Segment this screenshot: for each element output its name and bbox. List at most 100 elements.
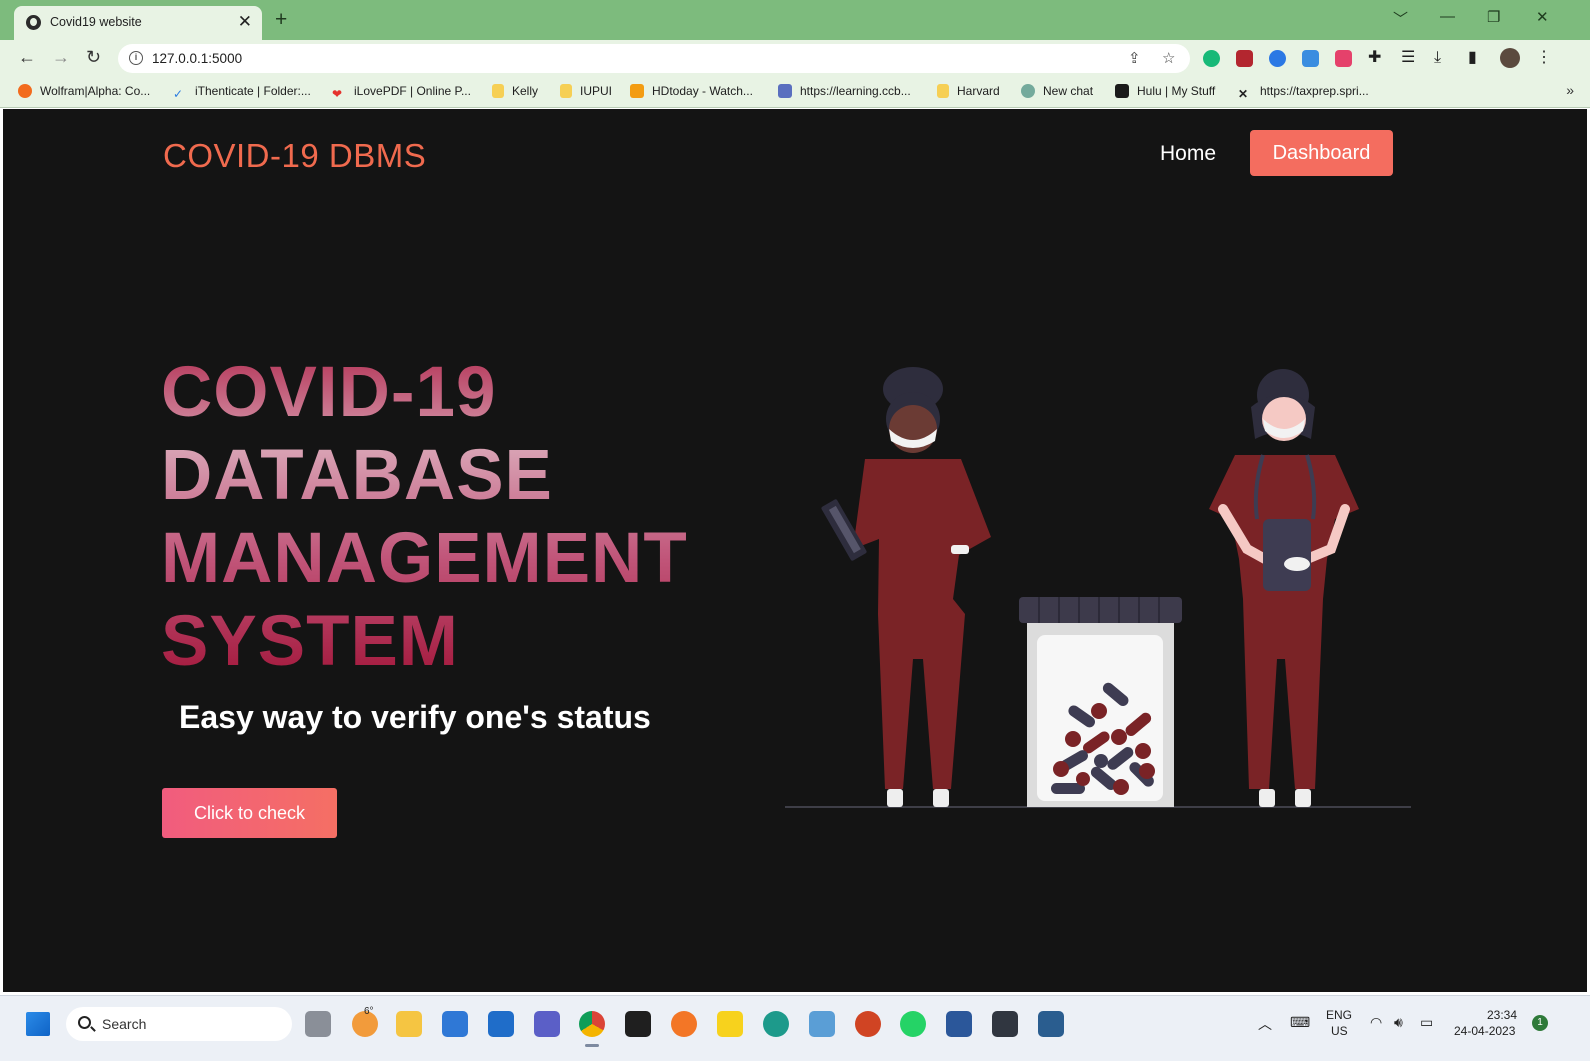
browser-tab[interactable]: Covid19 website ✕ [14, 6, 262, 40]
bookmark-item[interactable]: ✓ iThenticate | Folder:... [173, 84, 311, 101]
teams-icon[interactable] [534, 1011, 560, 1037]
back-button[interactable]: ← [18, 47, 36, 67]
minimize-button[interactable]: — [1440, 8, 1455, 25]
address-bar[interactable]: i 127.0.0.1:5000 ⇪ ☆ [118, 44, 1190, 73]
word-icon[interactable] [946, 1011, 972, 1037]
hulu-icon [1115, 84, 1129, 98]
language-indicator-bottom[interactable]: US [1331, 1024, 1348, 1038]
chrome-icon[interactable] [579, 1011, 605, 1037]
bookmark-item[interactable]: Kelly [492, 84, 538, 100]
bookmarks-bar: Wolfram|Alpha: Co... ✓ iThenticate | Fold… [0, 76, 1590, 108]
bookmark-label: https://learning.ccb... [800, 84, 911, 98]
grammarly-extension-icon[interactable] [1203, 50, 1220, 67]
bookmark-item[interactable]: Hulu | My Stuff [1115, 84, 1215, 100]
bookmark-item[interactable]: Harvard [937, 84, 1000, 100]
globe-icon [26, 15, 41, 30]
tab-search-icon[interactable]: ﹀ [1393, 8, 1408, 29]
sticky-notes-icon[interactable] [717, 1011, 743, 1037]
terminal-icon[interactable] [625, 1011, 651, 1037]
keyboard-icon[interactable]: ⌨ [1290, 1014, 1310, 1031]
click-to-check-button[interactable]: Click to check [162, 788, 337, 838]
tab-close-icon[interactable]: ✕ [238, 12, 252, 32]
bookmarks-overflow-button[interactable]: » [1566, 82, 1574, 98]
bookmark-star-icon[interactable]: ☆ [1162, 49, 1175, 67]
volume-icon[interactable]: 🔊︎ [1394, 1014, 1403, 1031]
weather-temperature: 6° [364, 1006, 374, 1017]
site-brand-link[interactable]: COVID-19 DBMS [163, 137, 426, 175]
bookmark-item[interactable]: Wolfram|Alpha: Co... [18, 84, 150, 100]
clock-time[interactable]: 23:34 [1487, 1008, 1517, 1022]
whatsapp-icon[interactable] [900, 1011, 926, 1037]
file-explorer-icon[interactable] [396, 1011, 422, 1037]
media-control-icon[interactable]: ☰ [1401, 49, 1415, 67]
download-icon[interactable]: ⤓ [1434, 49, 1441, 67]
hero-title-line: DATABASE [161, 436, 553, 515]
side-panel-icon[interactable]: ▮ [1468, 49, 1477, 67]
pill-jar [1019, 597, 1182, 807]
taxprep-icon: ✕ [1238, 87, 1249, 101]
windows-start-icon[interactable] [26, 1012, 50, 1036]
extensions-puzzle-icon[interactable]: ✚ [1368, 49, 1381, 67]
site-info-icon[interactable]: i [129, 51, 143, 65]
clock-date[interactable]: 24-04-2023 [1454, 1024, 1515, 1038]
restore-button[interactable]: ❐ [1487, 8, 1500, 26]
bookmark-item[interactable]: ❤ iLovePDF | Online P... [332, 84, 471, 101]
profile-avatar[interactable] [1500, 48, 1520, 68]
powerpoint-icon[interactable] [855, 1011, 881, 1037]
bookmark-label: Kelly [512, 84, 539, 98]
os-taskbar: Search 6° ︿ ⌨ ENG US ◠ 🔊︎ ▭ 23:34 24-04-… [0, 995, 1590, 1061]
jupyter-icon[interactable] [671, 1011, 697, 1037]
sync-extension-icon[interactable] [1269, 50, 1286, 67]
edge-icon[interactable] [763, 1011, 789, 1037]
forward-button[interactable]: → [52, 47, 70, 67]
bookmark-item[interactable]: https://learning.ccb... [778, 84, 911, 100]
tray-overflow-chevron-icon[interactable]: ︿ [1258, 1014, 1272, 1034]
taskbar-search-label: Search [102, 1016, 147, 1032]
language-indicator-top[interactable]: ENG [1326, 1008, 1352, 1022]
ublock-extension-icon[interactable] [1236, 50, 1253, 67]
wifi-icon[interactable]: ◠ [1370, 1014, 1382, 1031]
share-icon[interactable]: ⇪ [1128, 49, 1141, 67]
nav-dashboard-button[interactable]: Dashboard [1250, 130, 1393, 176]
bookmark-label: https://taxprep.spri... [1260, 84, 1369, 98]
url-text[interactable]: 127.0.0.1:5000 [152, 51, 242, 66]
checkmark-icon: ✓ [173, 87, 184, 101]
notification-badge[interactable]: 1 [1532, 1015, 1548, 1031]
browser-tab-strip: Covid19 website ✕ + ﹀ — ❐ ✕ [0, 0, 1590, 40]
snowflake-app-icon[interactable] [809, 1011, 835, 1037]
new-tab-button[interactable]: + [275, 9, 287, 31]
hero-title-line: COVID-19 [161, 353, 497, 432]
worker-right-figure [1209, 369, 1359, 807]
mail-icon[interactable] [442, 1011, 468, 1037]
bookmark-label: HDtoday - Watch... [652, 84, 753, 98]
heart-icon: ❤ [332, 87, 343, 101]
task-view-icon[interactable] [305, 1011, 331, 1037]
outlook-icon[interactable] [488, 1011, 514, 1037]
bookmark-label: Hulu | My Stuff [1137, 84, 1216, 98]
learning-icon [778, 84, 792, 98]
tab-title: Covid19 website [50, 15, 142, 29]
browser-toolbar: ← → ↻ i 127.0.0.1:5000 ⇪ ☆ ✚ ☰ ⤓ ▮ ⋮ [0, 40, 1590, 76]
battery-icon[interactable]: ▭ [1420, 1014, 1433, 1031]
folder-icon [560, 84, 572, 98]
openai-icon [1021, 84, 1035, 98]
taskbar-search-box[interactable]: Search [66, 1007, 292, 1041]
bookmark-item[interactable]: ✕ https://taxprep.spri... [1238, 84, 1369, 101]
reload-button[interactable]: ↻ [86, 47, 101, 67]
bookmark-item[interactable]: IUPUI [560, 84, 612, 100]
bookmark-label: IUPUI [580, 84, 613, 98]
mysql-workbench-icon[interactable] [1038, 1011, 1064, 1037]
hero-title: COVID-19 DATABASE MANAGEMENT SYSTEM [161, 351, 721, 683]
command-prompt-icon[interactable] [992, 1011, 1018, 1037]
app-extension-icon[interactable] [1335, 50, 1352, 67]
nav-home-link[interactable]: Home [1160, 142, 1216, 166]
wolfram-icon [18, 84, 32, 98]
folder-icon [492, 84, 504, 98]
bookmark-label: New chat [1043, 84, 1094, 98]
browser-menu-icon[interactable]: ⋮ [1536, 49, 1552, 67]
bookmark-item[interactable]: New chat [1021, 84, 1093, 100]
hero-subtitle: Easy way to verify one's status [179, 699, 651, 735]
window-extension-icon[interactable] [1302, 50, 1319, 67]
bookmark-item[interactable]: HDtoday - Watch... [630, 84, 753, 100]
close-window-button[interactable]: ✕ [1536, 8, 1549, 26]
